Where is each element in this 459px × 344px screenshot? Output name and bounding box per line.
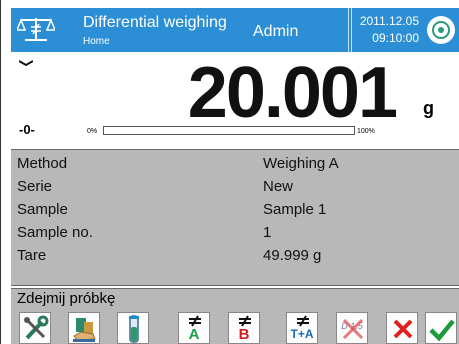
- test-tube-button[interactable]: [117, 312, 149, 344]
- info-value: Sample 1: [263, 201, 327, 218]
- header-divider: [351, 8, 352, 52]
- breadcrumb[interactable]: Home: [83, 36, 110, 47]
- header-divider: [348, 8, 349, 52]
- info-value: New: [263, 178, 294, 195]
- delete-sample-icon: [342, 318, 364, 340]
- load-bargraph: [103, 126, 355, 135]
- test-tube-icon: [129, 315, 139, 343]
- info-row-sample[interactable]: Sample Sample 1: [11, 199, 459, 221]
- zero-indicator: -0-: [19, 122, 35, 137]
- info-panel: Method Weighing A Serie New Sample Sampl…: [11, 149, 459, 286]
- status-message-bar: Zdejmij próbkę: [11, 288, 459, 309]
- settings-tools-button[interactable]: [19, 312, 51, 344]
- weigh-b-button[interactable]: B: [228, 312, 260, 344]
- weigh-b-label: B: [238, 326, 250, 343]
- confirm-button[interactable]: [425, 312, 457, 344]
- balance-screen: Differential weighing Home Admin 2011.12…: [0, 0, 459, 344]
- info-label: Sample no.: [17, 224, 93, 241]
- info-value: Weighing A: [263, 155, 339, 172]
- date-display: 2011.12.05: [359, 14, 419, 28]
- info-row-method[interactable]: Method Weighing A: [11, 153, 459, 175]
- weigh-a-button[interactable]: A: [178, 312, 210, 344]
- time-display: 09:10:00: [372, 31, 419, 45]
- info-value: 1: [263, 224, 272, 241]
- header-bar: Differential weighing Home Admin 2011.12…: [11, 8, 459, 52]
- info-label: Serie: [17, 178, 53, 195]
- weigh-a-label: A: [188, 326, 200, 343]
- cancel-button[interactable]: [386, 312, 418, 344]
- info-label: Method: [17, 155, 68, 172]
- status-message: Zdejmij próbkę: [17, 290, 116, 307]
- confirm-icon: [429, 319, 455, 342]
- info-label: Tare: [17, 247, 47, 264]
- stability-marker-icon: [19, 60, 33, 66]
- user-name[interactable]: Admin: [253, 23, 298, 41]
- cancel-icon: [393, 319, 413, 339]
- weigh-ta-button[interactable]: T+A: [286, 312, 318, 344]
- sample-hand-button[interactable]: [68, 312, 100, 344]
- info-value: 49.999 g: [263, 247, 322, 264]
- bargraph-start-label: 0%: [87, 128, 98, 135]
- level-indicator-icon[interactable]: [427, 16, 455, 44]
- info-row-sample-no[interactable]: Sample no. 1: [11, 222, 459, 244]
- weight-readout: 20.001: [187, 53, 398, 133]
- app-title: Differential weighing: [83, 14, 227, 31]
- function-toolbar: A B T+A D 1,5: [11, 309, 459, 344]
- info-row-serie[interactable]: Serie New: [11, 176, 459, 198]
- weigh-ta-label: T+A: [290, 327, 314, 341]
- settings-tools-icon: [24, 315, 49, 340]
- weight-unit[interactable]: g: [423, 98, 434, 119]
- differential-weighing-icon[interactable]: [17, 14, 55, 44]
- info-row-tare[interactable]: Tare 49.999 g: [11, 245, 459, 267]
- bargraph-end-label: 100%: [357, 128, 375, 135]
- info-label: Sample: [17, 201, 68, 218]
- level-dot: [438, 27, 444, 33]
- delete-sample-button[interactable]: D 1,5: [336, 312, 368, 344]
- sample-hand-icon: [73, 318, 96, 342]
